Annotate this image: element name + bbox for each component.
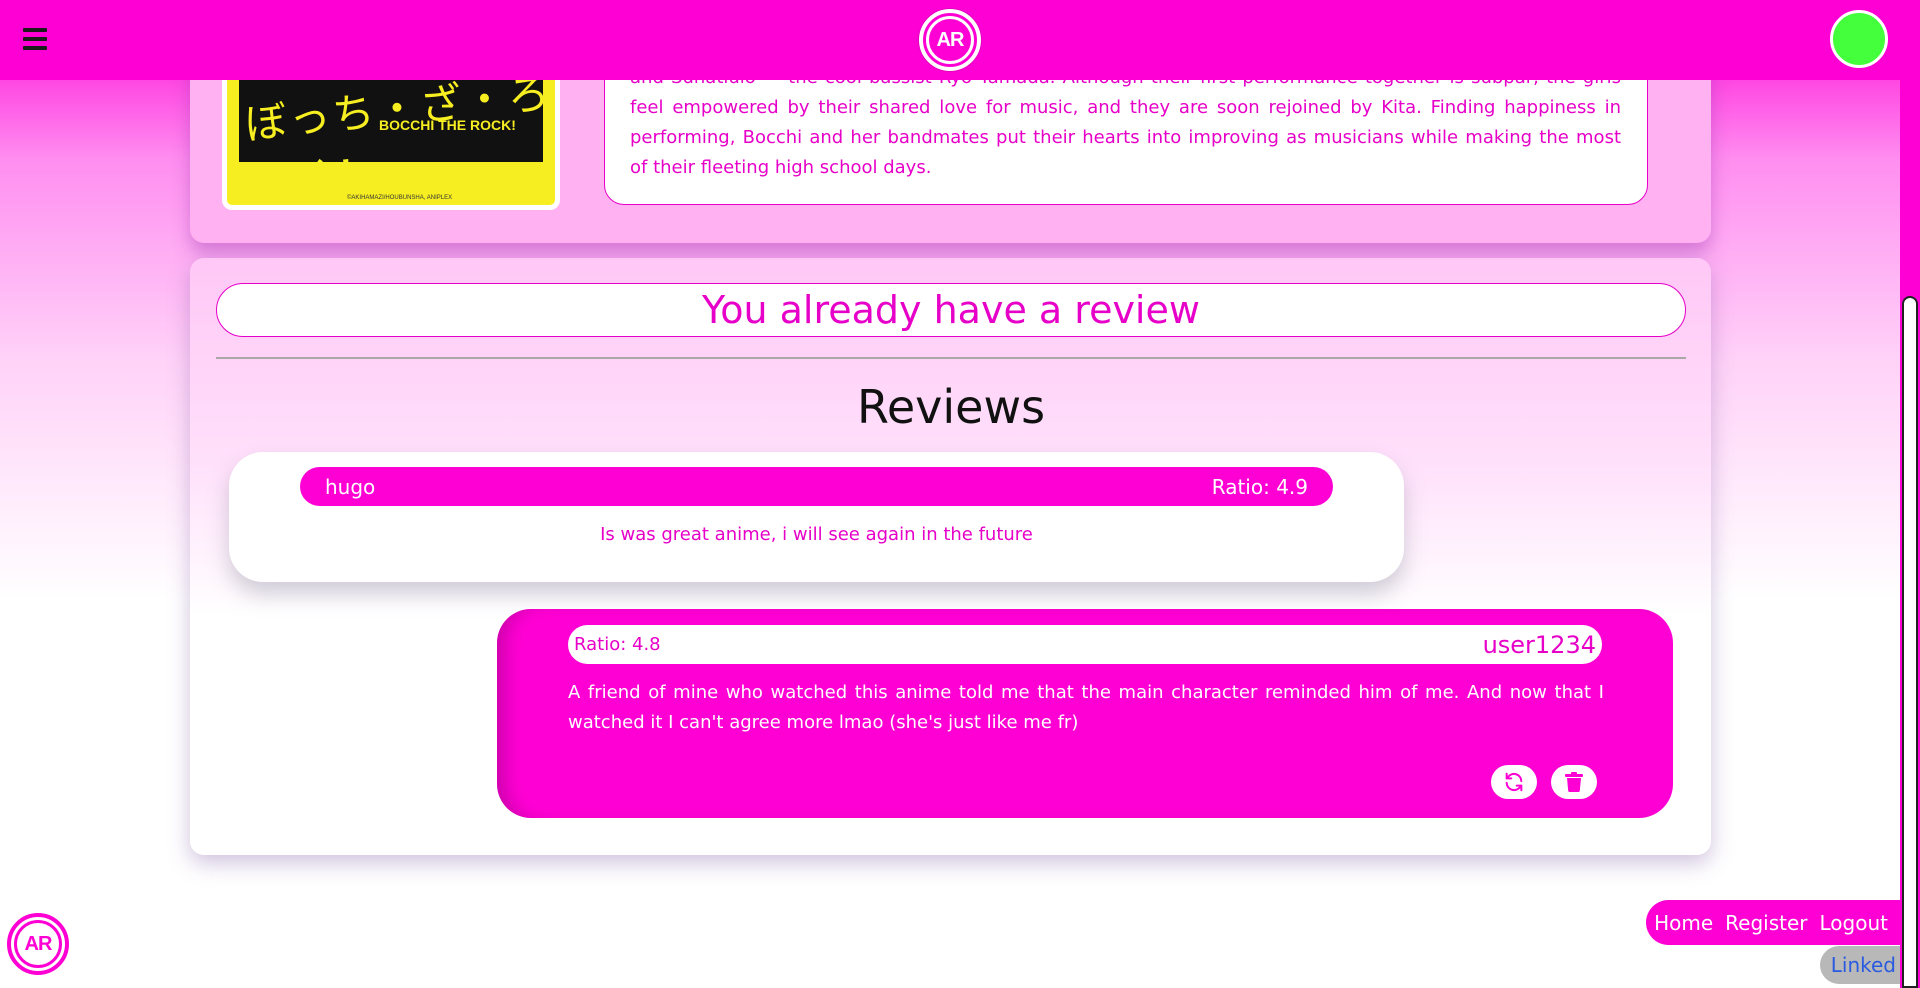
poster-title-en: BOCCHI THE ROCK!	[379, 117, 516, 133]
header-logo[interactable]: AR	[919, 9, 981, 71]
trash-icon	[1565, 772, 1583, 792]
edit-review-button[interactable]	[1491, 765, 1537, 799]
synopsis-text: and Sunatlulo — the cool bassist Ryo Yam…	[630, 67, 1621, 178]
delete-review-button[interactable]	[1551, 765, 1597, 799]
footer-logo-text: AR	[14, 920, 62, 968]
reviews-heading: Reviews	[856, 380, 1046, 434]
already-reviewed-banner: You already have a review	[216, 283, 1686, 337]
review-text: A friend of mine who watched this anime …	[568, 682, 1604, 733]
review-username: hugo	[325, 474, 376, 499]
review-username: user1234	[1482, 630, 1596, 659]
review-header: hugo Ratio: 4.9	[300, 467, 1333, 506]
footer-link-home[interactable]: Home	[1654, 911, 1713, 935]
footer-link-logout[interactable]: Logout	[1820, 911, 1888, 935]
refresh-icon	[1505, 772, 1523, 792]
hamburger-icon[interactable]	[23, 28, 47, 50]
footer-logo[interactable]: AR	[7, 913, 69, 975]
linked-button[interactable]: Linked	[1820, 946, 1900, 984]
poster-credit: ©AKIHAMAZI/HOUBUNSHA, ANIPLEX	[347, 195, 453, 201]
review-ratio: Ratio: 4.8	[574, 634, 661, 655]
scrollbar-thumb[interactable]	[1902, 296, 1918, 988]
user-avatar[interactable]	[1830, 10, 1888, 68]
top-navbar: AR	[0, 0, 1900, 80]
review-text: Is was great anime, i will see again in …	[600, 524, 1033, 545]
review-ratio: Ratio: 4.9	[1211, 474, 1308, 499]
review-header: Ratio: 4.8 user1234	[568, 625, 1602, 664]
footer-link-register[interactable]: Register	[1725, 911, 1807, 935]
section-divider	[216, 357, 1686, 359]
header-logo-text: AR	[926, 16, 974, 64]
footer-nav: Home Register Logout	[1646, 900, 1900, 945]
